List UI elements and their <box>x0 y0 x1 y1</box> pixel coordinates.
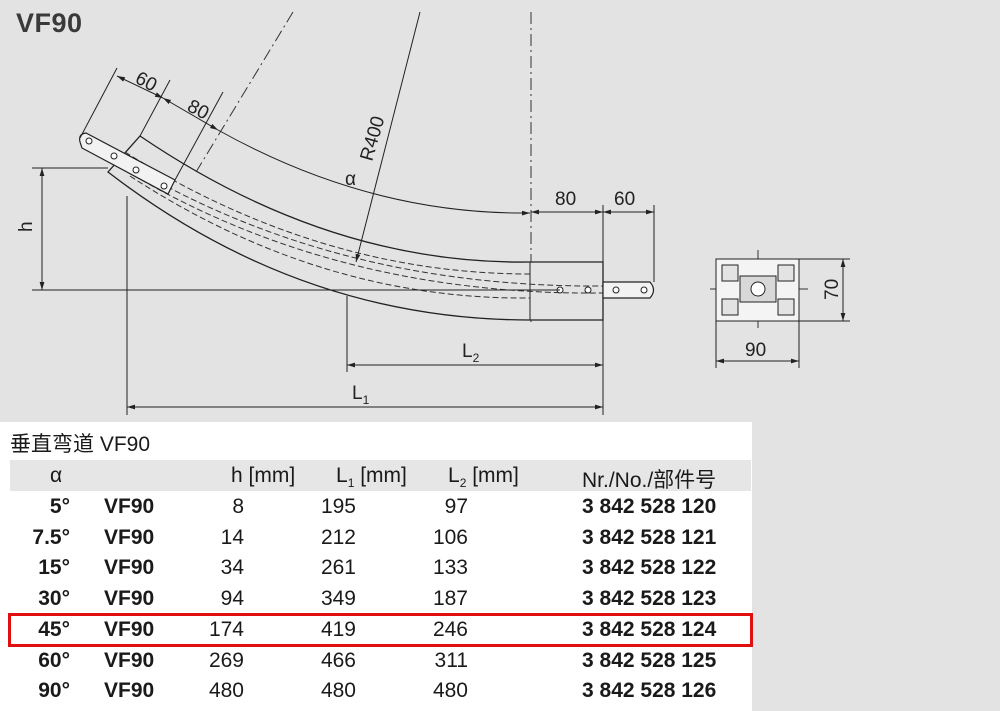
table-row: 60° VF90 269 466 311 3 842 528 125 <box>10 646 751 676</box>
cell-l2: 187 <box>432 587 468 610</box>
profile-width-text: 90 <box>745 340 766 361</box>
cell-angle: 90° <box>38 679 70 702</box>
table-caption: 垂直弯道 VF90 <box>10 433 151 456</box>
cell-part-number: 3 842 528 126 <box>582 679 717 702</box>
cell-part-number: 3 842 528 122 <box>582 556 717 579</box>
header-l2: L2 [mm] <box>448 464 519 490</box>
cell-h: 14 <box>220 526 244 549</box>
angle-label: α <box>345 169 356 190</box>
cell-l2: 133 <box>432 556 468 579</box>
table-row: 30° VF90 94 349 187 3 842 528 123 <box>10 584 751 614</box>
cell-h: 8 <box>232 495 244 518</box>
table-row: 15° VF90 34 261 133 3 842 528 122 <box>10 553 751 583</box>
spec-table: 垂直弯道 VF90 α h [mm] L1 [mm] L2 [mm] Nr./N… <box>0 422 753 711</box>
cell-type: VF90 <box>104 526 155 549</box>
cell-angle: 45° <box>38 618 70 641</box>
cell-l2: 97 <box>444 495 468 518</box>
cell-l1: 349 <box>320 587 356 610</box>
profile-height-text: 70 <box>822 279 843 300</box>
cell-l2: 311 <box>434 649 468 672</box>
l1-label: L1 <box>352 383 370 407</box>
cell-part-number: 3 842 528 123 <box>582 587 717 610</box>
cell-angle: 60° <box>38 649 70 672</box>
cell-l2: 480 <box>432 679 468 702</box>
table-row-highlighted: 45° VF90 174 419 246 3 842 528 124 <box>8 613 753 647</box>
cell-l1: 466 <box>320 649 356 672</box>
cell-part-number: 3 842 528 124 <box>582 618 717 641</box>
dim-80-right-text: 80 <box>555 189 576 210</box>
cell-part-number: 3 842 528 125 <box>582 649 717 672</box>
cell-angle: 30° <box>38 587 70 610</box>
cell-type: VF90 <box>104 495 155 518</box>
cell-type: VF90 <box>104 556 155 579</box>
technical-drawing: 60 80 R400 α h 80 60 L2 L1 70 90 <box>16 11 850 415</box>
header-angle: α <box>50 464 63 487</box>
radius-label: R400 <box>357 114 390 163</box>
cell-type: VF90 <box>104 587 155 610</box>
cell-type: VF90 <box>104 618 155 641</box>
table-row: 5° VF90 8 195 97 3 842 528 120 <box>10 492 751 522</box>
height-label: h <box>16 221 37 232</box>
header-h: h [mm] <box>231 464 296 487</box>
cell-angle: 15° <box>38 556 70 579</box>
cell-l1: 212 <box>320 526 356 549</box>
cell-l1: 195 <box>320 495 356 518</box>
cell-h: 174 <box>208 618 244 641</box>
page-title: VF90 <box>16 8 83 38</box>
table-row: 90° VF90 480 480 480 3 842 528 126 <box>10 676 751 706</box>
dim-60-top-text: 60 <box>132 68 161 96</box>
cell-h: 94 <box>220 587 244 610</box>
header-part-number: Nr./No./部件号 <box>582 469 717 492</box>
cell-angle: 5° <box>49 495 70 518</box>
cell-type: VF90 <box>104 649 155 672</box>
cell-h: 269 <box>208 649 244 672</box>
header-l1: L1 [mm] <box>336 464 407 490</box>
cell-l1: 261 <box>320 556 356 579</box>
l2-label: L2 <box>462 341 480 365</box>
cell-part-number: 3 842 528 121 <box>582 526 717 549</box>
cell-h: 480 <box>208 679 244 702</box>
cell-angle: 7.5° <box>32 526 70 549</box>
cell-part-number: 3 842 528 120 <box>582 495 717 518</box>
cell-l2: 106 <box>432 526 468 549</box>
dim-60-right-text: 60 <box>614 189 635 210</box>
profile-cross-section <box>715 258 800 322</box>
cell-l1: 419 <box>320 618 356 641</box>
bend-body <box>107 135 604 321</box>
cell-l2: 246 <box>432 618 468 641</box>
table-row: 7.5° VF90 14 212 106 3 842 528 121 <box>10 523 751 553</box>
cell-l1: 480 <box>320 679 356 702</box>
cell-type: VF90 <box>104 679 155 702</box>
cell-h: 34 <box>220 556 244 579</box>
table-header: α h [mm] L1 [mm] L2 [mm] Nr./No./部件号 <box>10 460 751 492</box>
